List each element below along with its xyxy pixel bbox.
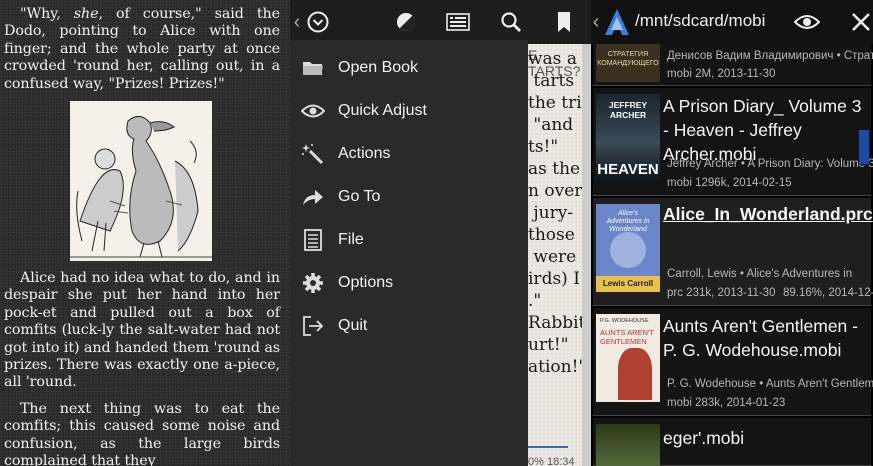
dodo-illustration: [70, 101, 212, 261]
bookmark-icon[interactable]: [548, 6, 580, 38]
magic-wand-icon: [299, 142, 327, 166]
menu-item-label: Actions: [338, 144, 391, 162]
file-browser-panel: ‹ /mnt/sdcard/mobi СТРАТЕГИЯ КОМАНДУЮЩЕГ…: [591, 0, 873, 466]
paragraph-3: The next thing was to eat the comfits; t…: [4, 401, 280, 466]
arrow-forward-icon: [299, 185, 327, 209]
cover-author: JEFFREY ARCHER: [608, 100, 648, 120]
book-item-selected[interactable]: Alice's Adventures in Wonderland Lewis C…: [593, 198, 873, 306]
book-meta: Carroll, Lewis • Alice's Adventures in: [667, 268, 853, 280]
menu-item-label: Go To: [338, 187, 381, 205]
book-title: eger'.mobi: [663, 428, 745, 448]
panel-divider: [582, 0, 591, 466]
menu-panel: E TARTS? was a tarts the tri- "and ts!" …: [290, 0, 591, 466]
eye-icon[interactable]: [791, 6, 823, 38]
book-title: Alice_In_Wonderland.prc: [663, 204, 873, 224]
menu-item-quit[interactable]: Quit: [290, 304, 528, 347]
cover-title: Alice's Adventures in Wonderland: [606, 210, 650, 233]
exit-icon: [299, 314, 327, 338]
book-meta: P. G. Wodehouse • Aunts Aren't Gentlemen: [667, 378, 873, 390]
cover-title: HEAVEN: [597, 161, 659, 178]
file-browser-toolbar: ‹ /mnt/sdcard/mobi: [591, 0, 873, 44]
reader-page-text[interactable]: was a tarts the tri- "and ts!" as the n …: [528, 48, 587, 378]
app-logo-icon[interactable]: [601, 6, 633, 38]
book-file-info: mobi 283k, 2014-01-23: [667, 397, 786, 409]
cover-author: P.G. WODEHOUSE: [600, 318, 649, 324]
menu-item-label: File: [338, 230, 364, 248]
book-file-info: mobi 2M, 2013-11-30: [667, 68, 776, 80]
reading-progress: 89.16%, 2014-12-11: [783, 287, 873, 299]
eye-icon: [299, 99, 327, 123]
folder-icon: [299, 56, 327, 80]
menu-item-open-book[interactable]: Open Book: [290, 46, 528, 89]
book-cover: JEFFREY ARCHER HEAVEN: [596, 94, 660, 182]
dark-reader-panel[interactable]: "Why, she, of course," said the Dodo, po…: [0, 0, 290, 466]
book-file-info: prc 231k, 2013-11-30: [667, 287, 776, 299]
menu-item-actions[interactable]: Actions: [290, 132, 528, 175]
cover-title: AUNTS AREN'T GENTLEMEN: [600, 328, 654, 346]
document-icon: [299, 228, 327, 252]
book-title: A Prison Diary_ Volume 3 - Heaven - Jeff…: [663, 96, 862, 164]
reader-toolbar: ‹: [290, 0, 591, 44]
dropdown-circle-icon[interactable]: [302, 6, 334, 38]
menu-item-go-to[interactable]: Go To: [290, 175, 528, 218]
book-meta: Денисов Вадим Владимирович • Стратегия.: [667, 50, 873, 62]
book-file-info: mobi 1296k, 2014-02-15: [667, 177, 792, 189]
paragraph-1: "Why, she, of course," said the Dodo, po…: [4, 6, 280, 92]
search-icon[interactable]: [495, 6, 527, 38]
menu-item-quick-adjust[interactable]: Quick Adjust: [290, 89, 528, 132]
reader-status-footer: 0% 18:34: [528, 456, 575, 466]
book-item[interactable]: JEFFREY ARCHER HEAVEN A Prison Diary_ Vo…: [593, 88, 873, 196]
main-menu: Open Book Quick Adjust Actions Go To Fil…: [290, 40, 528, 466]
character-illustration: [618, 348, 652, 400]
book-cover: [596, 424, 660, 466]
menu-item-label: Options: [338, 273, 394, 291]
book-item[interactable]: СТРАТЕГИЯ КОМАНДУЮЩЕГО Денисов Вадим Вла…: [593, 44, 873, 86]
back-chevron-icon[interactable]: ‹: [591, 6, 601, 38]
menu-item-file[interactable]: File: [290, 218, 528, 261]
book-cover: P.G. WODEHOUSE AUNTS AREN'T GENTLEMEN: [596, 314, 660, 402]
contrast-icon[interactable]: [390, 6, 422, 38]
reading-badge: [859, 130, 869, 164]
menu-item-options[interactable]: Options: [290, 261, 528, 304]
cheshire-cat-illustration: [610, 232, 646, 268]
close-icon[interactable]: [845, 6, 873, 38]
menu-item-label: Open Book: [338, 58, 419, 76]
cover-author: Lewis Carroll: [596, 276, 660, 292]
book-meta: Jeffrey Archer • A Prison Diary: Volume …: [667, 158, 873, 170]
reading-progress-bar: [528, 446, 568, 448]
paragraph-2: Alice had no idea what to do, and in des…: [4, 270, 280, 391]
book-item[interactable]: eger'.mobi: [593, 418, 871, 466]
cover-title: СТРАТЕГИЯ КОМАНДУЮЩЕГО: [597, 51, 659, 67]
book-cover: СТРАТЕГИЯ КОМАНДУЮЩЕГО: [596, 44, 660, 82]
book-title: Aunts Aren't Gentlemen - P. G. Wodehouse…: [663, 316, 858, 360]
keyboard-icon[interactable]: [442, 6, 474, 38]
current-path: /mnt/sdcard/mobi: [635, 11, 766, 30]
menu-item-label: Quick Adjust: [338, 101, 427, 119]
gear-icon: [299, 271, 327, 295]
menu-item-label: Quit: [338, 316, 368, 334]
book-cover: Alice's Adventures in Wonderland Lewis C…: [596, 204, 660, 292]
book-item[interactable]: P.G. WODEHOUSE AUNTS AREN'T GENTLEMEN Au…: [593, 308, 873, 416]
